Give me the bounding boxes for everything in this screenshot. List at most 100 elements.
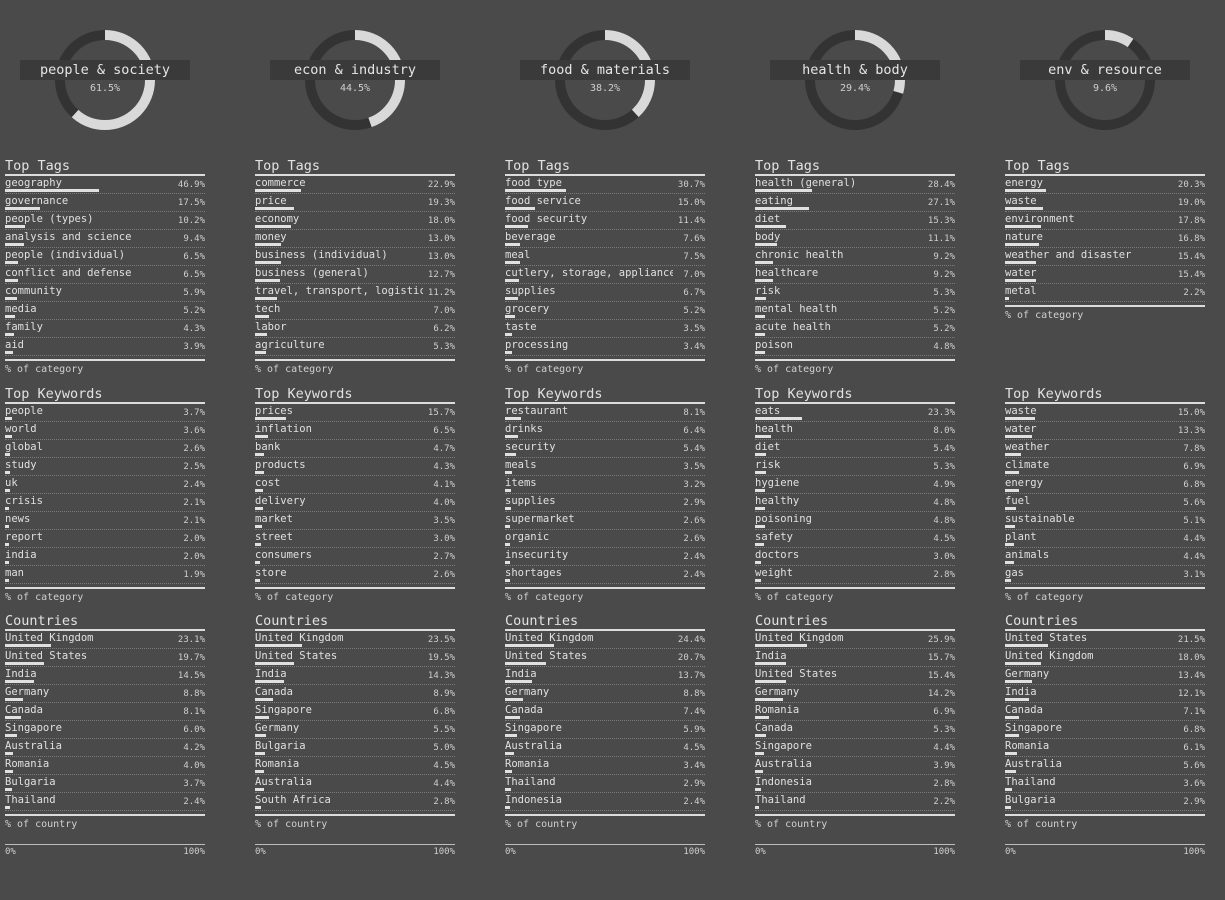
item-value: 22.9% (427, 180, 455, 190)
item-value: 7.0% (433, 306, 455, 316)
item-name: Canada (255, 686, 293, 698)
list-item: drinks 6.4% (505, 422, 705, 440)
list-item: processing 3.4% (505, 338, 705, 356)
item-bar (505, 507, 511, 510)
list-item: Singapore 6.8% (255, 703, 455, 721)
item-value: 6.4% (683, 426, 705, 436)
section-rows: United Kingdom 23.1% United States 19.7% Ind… (5, 631, 205, 811)
item-value: 5.3% (933, 462, 955, 472)
section-title: Top Tags (505, 158, 705, 176)
item-value: 9.2% (933, 270, 955, 280)
item-bar (1005, 752, 1018, 755)
item-bar (505, 770, 512, 773)
list-item: Romania 4.5% (255, 757, 455, 775)
category-title: people & society (20, 60, 190, 80)
item-value: 7.4% (683, 707, 705, 717)
list-item: diet 15.3% (755, 212, 955, 230)
item-bar (755, 417, 802, 420)
item-value: 2.4% (683, 570, 705, 580)
list-item: taste 3.5% (505, 320, 705, 338)
item-name: Singapore (1005, 722, 1062, 734)
item-name: healthcare (755, 267, 819, 279)
section-rows: prices 15.7% inflation 6.5% bank 4.7% products… (255, 404, 455, 584)
item-bar (255, 333, 268, 336)
item-bar (5, 261, 18, 264)
item-value: 3.0% (433, 534, 455, 544)
item-bar (1005, 734, 1019, 737)
item-bar (755, 507, 765, 510)
item-name: India (5, 668, 37, 680)
item-value: 7.1% (1183, 707, 1205, 717)
section-rows: United States 21.5% United Kingdom 18.0% Ger… (1005, 631, 1205, 811)
item-bar (255, 471, 264, 474)
item-bar (5, 770, 13, 773)
item-value: 2.8% (933, 779, 955, 789)
section-footer: % of country (255, 814, 455, 832)
item-bar (505, 543, 511, 546)
list-item: United Kingdom 18.0% (1005, 649, 1205, 667)
item-value: 13.3% (1177, 426, 1205, 436)
item-bar (5, 579, 9, 582)
list-item: nature 16.8% (1005, 230, 1205, 248)
item-name: community (5, 285, 62, 297)
item-bar (505, 207, 535, 210)
item-value: 25.9% (927, 635, 955, 645)
item-name: animals (1005, 549, 1050, 561)
list-item: Singapore 4.4% (755, 739, 955, 757)
item-value: 6.8% (1183, 480, 1205, 490)
category-title: health & body (770, 60, 940, 80)
list-item: agriculture 5.3% (255, 338, 455, 356)
item-bar (1005, 680, 1032, 683)
list-item: poison 4.8% (755, 338, 955, 356)
item-name: Bulgaria (255, 740, 306, 752)
item-name: india (5, 549, 37, 561)
scale-axis: 0% 100% (1005, 844, 1205, 857)
item-value: 24.4% (677, 635, 705, 645)
item-bar (505, 752, 514, 755)
item-bar (755, 662, 787, 665)
list-item: study 2.5% (5, 458, 205, 476)
item-bar (255, 243, 281, 246)
item-value: 4.5% (933, 534, 955, 544)
item-value: 5.0% (433, 743, 455, 753)
category-title: env & resource (1020, 60, 1190, 80)
item-value: 5.6% (1183, 498, 1205, 508)
list-item: news 2.1% (5, 512, 205, 530)
list-item: United Kingdom 23.5% (255, 631, 455, 649)
item-bar (755, 279, 774, 282)
item-bar (255, 770, 264, 773)
item-name: money (255, 231, 287, 243)
list-item: Bulgaria 3.7% (5, 775, 205, 793)
item-name: organic (505, 531, 550, 543)
item-value: 15.3% (927, 216, 955, 226)
item-name: travel, transport, logistics (255, 285, 423, 297)
item-value: 2.4% (683, 797, 705, 807)
item-value: 5.3% (433, 342, 455, 352)
list-item: shortages 2.4% (505, 566, 705, 584)
item-value: 14.5% (177, 671, 205, 681)
item-value: 23.5% (427, 635, 455, 645)
list-item: Germany 8.8% (505, 685, 705, 703)
item-name: Romania (505, 758, 550, 770)
list-item: travel, transport, logistics 11.2% (255, 284, 455, 302)
item-bar (1005, 207, 1043, 210)
item-bar (505, 225, 528, 228)
list-item: health (general) 28.4% (755, 176, 955, 194)
list-item: beverage 7.6% (505, 230, 705, 248)
item-bar (5, 734, 17, 737)
section-top-tags: Top Tags food type 30.7% food service 15.0% f… (505, 158, 705, 377)
section-rows: energy 20.3% waste 19.0% environment 17.8% nat… (1005, 176, 1205, 302)
item-value: 2.0% (183, 552, 205, 562)
item-value: 4.8% (933, 516, 955, 526)
item-bar (1005, 471, 1019, 474)
section-footer: % of country (5, 814, 205, 832)
list-item: Australia 4.2% (5, 739, 205, 757)
item-bar (5, 351, 13, 354)
item-value: 3.5% (433, 516, 455, 526)
category-share: 29.4% (839, 83, 871, 94)
list-item: people 3.7% (5, 404, 205, 422)
list-item: risk 5.3% (755, 458, 955, 476)
item-value: 30.7% (677, 180, 705, 190)
item-name: Germany (5, 686, 50, 698)
item-name: labor (255, 321, 287, 333)
